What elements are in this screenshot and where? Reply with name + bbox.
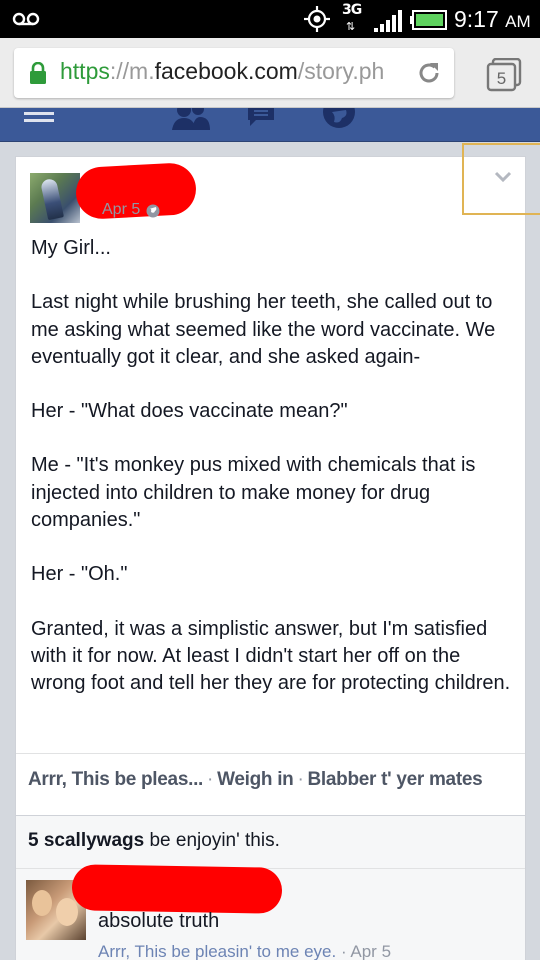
divider — [16, 753, 525, 754]
post-paragraph: My Girl... — [31, 237, 111, 259]
facebook-nav-bar — [0, 108, 540, 142]
post-paragraph: Granted, it was a simplistic answer, but… — [31, 617, 511, 695]
comment-text: absolute truth — [98, 910, 220, 932]
messages-icon[interactable] — [246, 108, 282, 130]
share-button[interactable]: Blabber t' yer mates — [308, 769, 483, 790]
status-bar: 3G ⇅ 9:17 AM — [0, 0, 540, 38]
post-date[interactable]: Apr 5 — [102, 201, 140, 219]
redacted-commenter-name — [71, 864, 283, 914]
battery-icon — [410, 10, 447, 30]
author-avatar[interactable] — [30, 173, 80, 223]
post-paragraph: Me - "It's monkey pus mixed with chemica… — [31, 454, 476, 532]
chevron-down-icon — [494, 171, 512, 183]
likes-summary: 5 scallywags be enjoyin' this. — [28, 830, 280, 851]
comment-like-link[interactable]: Arrr, This be pleasin' to me eye. — [98, 942, 336, 960]
tab-count: 5 — [497, 69, 506, 88]
url-text[interactable]: https://m.facebook.com/story.ph — [60, 58, 384, 85]
comment-button[interactable]: Weigh in — [217, 769, 294, 790]
post-paragraph: Her - "What does vaccinate mean?" — [31, 400, 348, 423]
story-card: Apr 5 My Girl... Last night while brushi… — [15, 143, 540, 816]
signal-icon — [374, 10, 402, 32]
post-paragraph: Her - "Oh." — [31, 563, 128, 586]
tabs-button[interactable]: 5 — [486, 58, 522, 92]
lock-icon — [30, 62, 46, 84]
url-bar[interactable]: https://m.facebook.com/story.ph — [14, 48, 454, 98]
reload-icon[interactable] — [416, 60, 442, 86]
friends-icon[interactable] — [170, 108, 212, 130]
likes-count-link[interactable]: 5 scallywags — [28, 830, 144, 851]
likes-comments-section: 5 scallywags be enjoyin' this. absolute … — [15, 816, 526, 960]
privacy-globe-icon — [146, 204, 160, 218]
post-body: My Girl... Last night while brushing her… — [31, 235, 515, 698]
browser-toolbar: https://m.facebook.com/story.ph 5 — [0, 38, 540, 108]
data-activity-icon: ⇅ — [346, 20, 356, 33]
like-button[interactable]: Arrr, This be pleas... — [28, 769, 203, 790]
network-type: 3G — [342, 2, 362, 18]
menu-icon[interactable] — [24, 112, 54, 126]
post-actions: Arrr, This be pleas... · Weigh in · Blabber … — [28, 769, 483, 790]
gps-icon — [304, 6, 330, 32]
voicemail-icon — [12, 12, 40, 26]
clock: 9:17 AM — [454, 6, 531, 32]
comment-meta: Arrr, This be pleasin' to me eye. · Apr … — [98, 942, 392, 960]
globe-icon[interactable] — [322, 108, 356, 132]
post-paragraph: Last night while brushing her teeth, she… — [31, 291, 496, 368]
post-options-button[interactable] — [462, 143, 540, 215]
comment-time[interactable]: Apr 5 — [350, 942, 391, 960]
